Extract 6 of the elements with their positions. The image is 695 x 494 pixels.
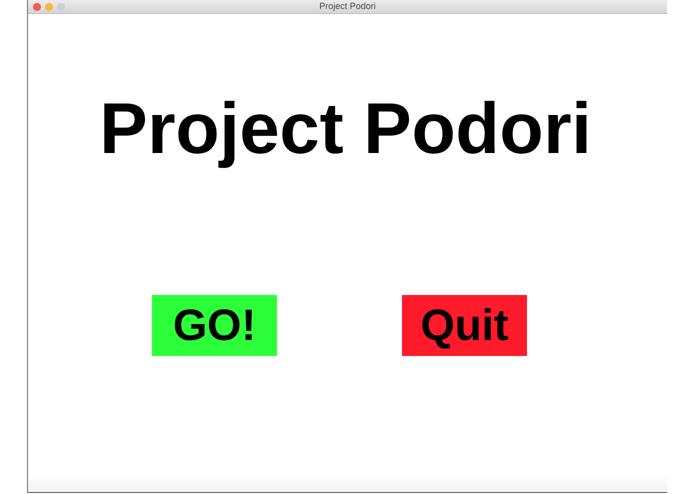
menu-button[interactable]: Quit (402, 295, 527, 356)
menu-button[interactable]: GO! (152, 295, 277, 356)
minimize-icon[interactable] (45, 3, 53, 11)
zoom-icon[interactable] (57, 3, 65, 11)
window-title: Project Podori (319, 2, 376, 11)
close-icon[interactable] (33, 3, 41, 11)
